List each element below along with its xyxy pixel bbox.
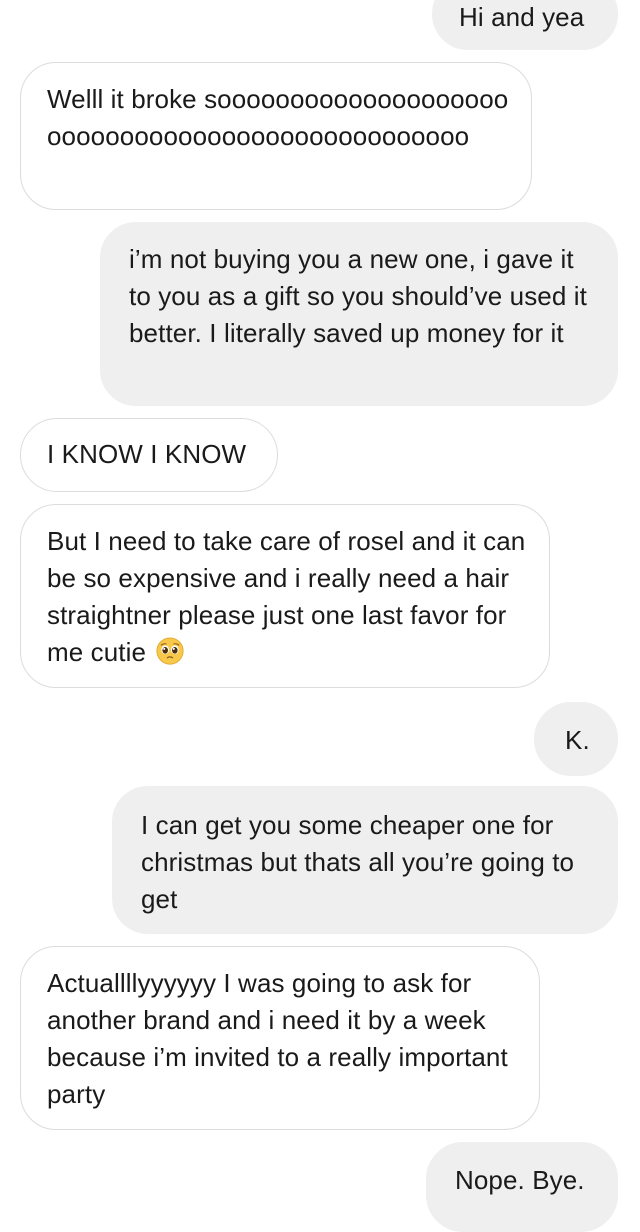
sent-message-bubble[interactable]: i’m not buying you a new one, i gave it …: [100, 222, 618, 406]
message-text: Hi and yea: [459, 2, 585, 32]
received-message-bubble[interactable]: I KNOW I KNOW: [20, 418, 278, 492]
received-message-bubble[interactable]: Actuallllyyyyyy I was going to ask for a…: [20, 946, 540, 1130]
sent-message-bubble[interactable]: K.: [534, 702, 618, 776]
message-thread[interactable]: Hi and yea Welll it broke sooooooooooooo…: [0, 0, 640, 1232]
sent-message-bubble[interactable]: I can get you some cheaper one for chris…: [112, 786, 618, 934]
message-text: But I need to take care of rosel and it …: [47, 523, 529, 671]
message-text: I KNOW I KNOW: [47, 439, 247, 469]
message-text: Welll it broke soooooooooooooooooooooooo…: [47, 84, 509, 151]
message-text: Nope. Bye.: [455, 1165, 585, 1195]
sent-message-bubble[interactable]: Hi and yea: [432, 0, 618, 50]
received-message-bubble[interactable]: Welll it broke soooooooooooooooooooooooo…: [20, 62, 532, 210]
message-text-content: But I need to take care of rosel and it …: [47, 526, 526, 667]
message-text: I can get you some cheaper one for chris…: [141, 810, 575, 914]
message-text: Actuallllyyyyyy I was going to ask for a…: [47, 968, 508, 1109]
pleading-face-emoji-icon: [156, 637, 184, 665]
sent-message-bubble[interactable]: Nope. Bye.: [426, 1142, 618, 1232]
message-text: K.: [565, 725, 590, 755]
message-text: i’m not buying you a new one, i gave it …: [129, 244, 587, 348]
received-message-bubble[interactable]: But I need to take care of rosel and it …: [20, 504, 550, 688]
